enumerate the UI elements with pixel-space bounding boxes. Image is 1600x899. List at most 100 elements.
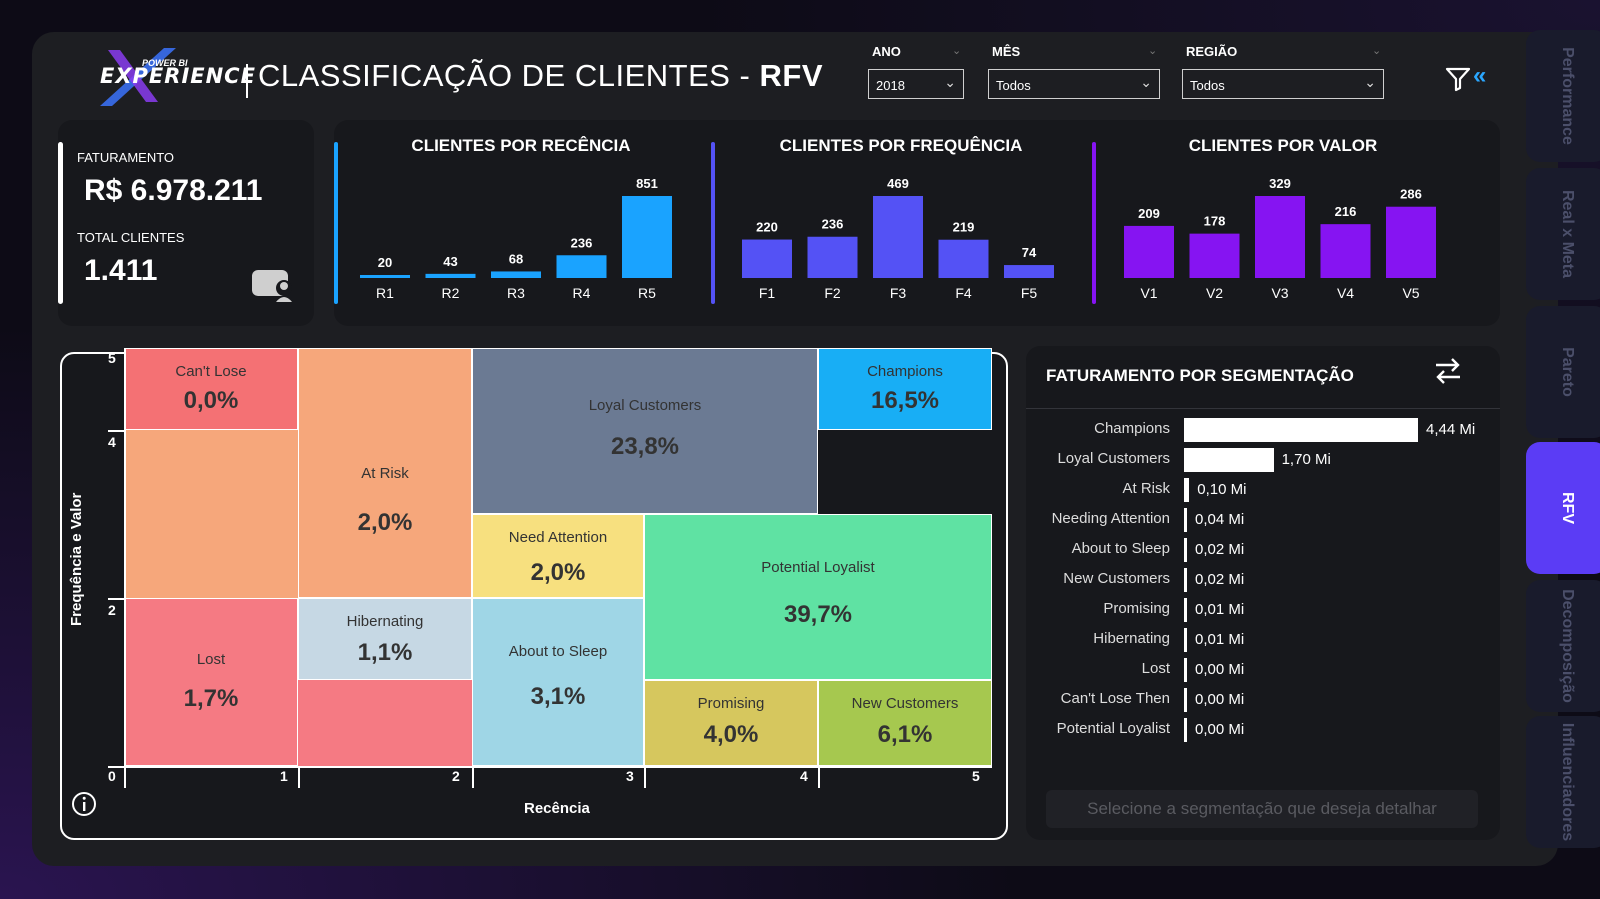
- bar[interactable]: [491, 271, 541, 278]
- revenue-by-segment-card: FATURAMENTO POR SEGMENTAÇÃO Champions 4,4…: [1026, 346, 1500, 840]
- slicer-year-dropdown[interactable]: 2018 ⌄: [868, 69, 964, 99]
- x-tick: 2: [452, 768, 460, 784]
- segment-bar[interactable]: [1184, 418, 1418, 442]
- x-axis-tick: [298, 766, 300, 788]
- treemap-cell[interactable]: Loyal Customers 23,8%: [472, 348, 818, 514]
- treemap-cell[interactable]: Champions 16,5%: [818, 348, 992, 430]
- segment-bar[interactable]: [1184, 508, 1187, 532]
- slicer-month-dropdown[interactable]: Todos ⌄: [988, 69, 1160, 99]
- segment-bar[interactable]: [1184, 718, 1187, 742]
- treemap-cell-name: Need Attention: [508, 529, 608, 546]
- nav-tab-pareto[interactable]: Pareto: [1526, 306, 1600, 438]
- slicer-region-dropdown[interactable]: Todos ⌄: [1182, 69, 1384, 99]
- treemap-cell-extension[interactable]: [124, 430, 298, 598]
- treemap-cell-percent: 6,1%: [877, 721, 933, 748]
- treemap-cell-name: Potential Loyalist: [761, 559, 875, 576]
- bar[interactable]: [873, 196, 923, 278]
- segment-label: About to Sleep: [1071, 540, 1170, 557]
- bar[interactable]: [938, 239, 989, 278]
- bar-data-label: 43: [443, 254, 457, 269]
- treemap-cell[interactable]: Lost 1,7%: [124, 598, 298, 766]
- bar[interactable]: [1124, 225, 1174, 278]
- bar[interactable]: [360, 275, 410, 278]
- bar[interactable]: [1320, 224, 1371, 278]
- bar-category-label: R3: [507, 285, 525, 301]
- nav-tab-label: Decomposição: [1559, 589, 1576, 703]
- filter-icon[interactable]: [1444, 66, 1472, 92]
- nav-tab-influenciadores[interactable]: Influenciadores: [1526, 716, 1600, 848]
- bar[interactable]: [1004, 265, 1054, 278]
- collapse-panel-icon[interactable]: «: [1473, 62, 1486, 90]
- bar-category-label: V3: [1271, 285, 1288, 301]
- segment-label: Potential Loyalist: [1056, 720, 1170, 737]
- chevron-down-icon[interactable]: ⌄: [1372, 44, 1382, 57]
- treemap-cell[interactable]: Promising 4,0%: [644, 680, 818, 766]
- segment-label: Lost: [1141, 660, 1170, 677]
- bar[interactable]: [1255, 196, 1305, 278]
- y-tick: 2: [108, 602, 116, 618]
- segment-label: Can't Lose Then: [1060, 690, 1170, 707]
- x-axis-tick: [644, 766, 646, 788]
- segment-bar[interactable]: [1184, 658, 1187, 682]
- segment-bar[interactable]: [1184, 628, 1187, 652]
- bar-category-label: R5: [638, 285, 656, 301]
- bar[interactable]: [622, 196, 672, 278]
- treemap-cell-name: Champions: [867, 363, 943, 380]
- bar[interactable]: [742, 239, 792, 278]
- treemap-cell-percent: 2,0%: [357, 509, 413, 536]
- bar-category-label: V1: [1140, 285, 1157, 301]
- y-tick: 4: [108, 434, 116, 450]
- y-tick: 5: [108, 350, 116, 366]
- bar-data-label: 851: [636, 176, 658, 191]
- segment-bar[interactable]: [1184, 478, 1190, 502]
- nav-tab-performance[interactable]: Performance: [1526, 30, 1600, 162]
- segment-bar[interactable]: [1184, 688, 1187, 712]
- nav-tab-rfv[interactable]: RFV: [1526, 442, 1600, 574]
- nav-tab-real-x-meta[interactable]: Real x Meta: [1526, 168, 1600, 300]
- bar-category-label: R1: [376, 285, 394, 301]
- nav-tab-label: Influenciadores: [1559, 722, 1576, 842]
- bar-data-label: 220: [756, 220, 778, 235]
- logo-text: EXPERIENCE: [100, 64, 256, 88]
- bar[interactable]: [1386, 206, 1436, 278]
- segment-value: 0,00 Mi: [1195, 721, 1245, 738]
- total-clients-label: TOTAL CLIENTES: [77, 230, 185, 245]
- bar-data-label: 219: [953, 220, 975, 235]
- x-axis-line: [108, 766, 992, 768]
- segment-bar[interactable]: [1184, 598, 1187, 622]
- treemap-cell-extension[interactable]: [298, 680, 472, 766]
- treemap-cell[interactable]: At Risk 2,0%: [298, 348, 472, 598]
- nav-tab-label: Pareto: [1559, 347, 1576, 397]
- treemap-cell[interactable]: Can't Lose 0,0%: [124, 348, 298, 430]
- treemap-cell[interactable]: About to Sleep 3,1%: [472, 598, 644, 766]
- segment-detail-button[interactable]: Selecione a segmentação que deseja detal…: [1046, 790, 1478, 828]
- chevron-down-icon[interactable]: ⌄: [952, 44, 962, 57]
- segment-label: Hibernating: [1093, 630, 1170, 647]
- bar-data-label: 286: [1400, 187, 1422, 202]
- bar[interactable]: [1189, 233, 1240, 278]
- treemap-cell[interactable]: Potential Loyalist 39,7%: [644, 514, 992, 680]
- segment-bar[interactable]: [1184, 538, 1187, 562]
- segment-value: 0,02 Mi: [1195, 571, 1245, 588]
- swap-arrows-icon[interactable]: [1432, 354, 1464, 386]
- info-icon[interactable]: [70, 790, 98, 818]
- segment-bar[interactable]: [1184, 568, 1187, 592]
- treemap-cell-name: Lost: [196, 651, 226, 668]
- treemap-cell-percent: 0,0%: [183, 387, 239, 414]
- bar[interactable]: [556, 255, 607, 278]
- treemap-cell[interactable]: Hibernating 1,1%: [298, 598, 472, 680]
- bar-category-label: F3: [890, 285, 907, 301]
- treemap-cell-name: About to Sleep: [508, 643, 608, 660]
- nav-tab-decomposi-o[interactable]: Decomposição: [1526, 580, 1600, 712]
- bar[interactable]: [807, 236, 858, 278]
- nav-tab-label: Real x Meta: [1559, 189, 1576, 279]
- treemap-cell-name: Promising: [697, 695, 765, 712]
- chevron-down-icon[interactable]: ⌄: [1148, 44, 1158, 57]
- bar-category-label: R4: [573, 285, 591, 301]
- bar[interactable]: [425, 273, 476, 278]
- treemap-cell[interactable]: Need Attention 2,0%: [472, 514, 644, 598]
- segment-bar[interactable]: [1184, 448, 1274, 472]
- bar-data-label: 216: [1335, 204, 1357, 219]
- bar-data-label: 20: [378, 255, 392, 270]
- treemap-cell[interactable]: New Customers 6,1%: [818, 680, 992, 766]
